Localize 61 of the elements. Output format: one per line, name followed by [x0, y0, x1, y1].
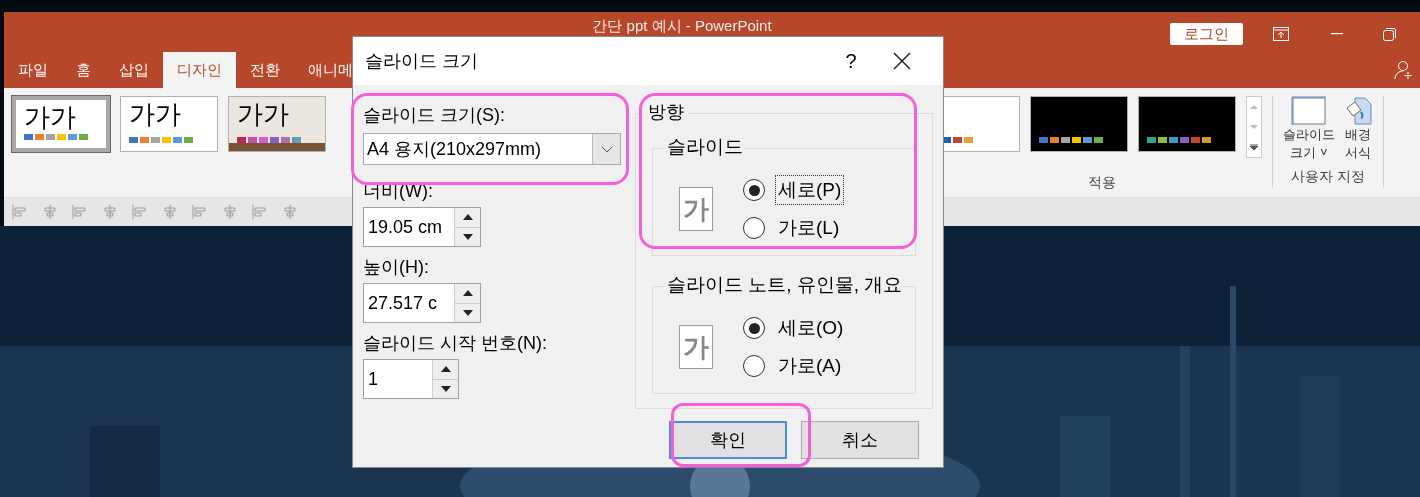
radio-label[interactable]: 세로(P) — [775, 174, 845, 206]
slide-icon — [1291, 96, 1327, 126]
theme-sample-text: 가가 — [237, 98, 290, 130]
color-swatches-icon — [129, 137, 193, 143]
slide-size-button[interactable]: 슬라이드 크기 ˅ — [1283, 96, 1335, 162]
number-spinner-field[interactable]: 27.517 c — [363, 283, 481, 323]
field-label: 슬라이드 시작 번호(N): — [363, 332, 548, 355]
button-label: 배경 — [1345, 126, 1371, 144]
radio-button[interactable] — [743, 217, 765, 239]
page-icon-glyph: 가 — [683, 192, 709, 226]
page-icon-glyph: 가 — [683, 330, 709, 364]
radio-button[interactable] — [743, 355, 765, 377]
ribbon-tab[interactable]: 파일 — [4, 52, 62, 88]
window-title: 간단 ppt 예시 - PowerPoint — [592, 15, 772, 36]
button-label: 슬라이드 — [1283, 126, 1335, 144]
field-label: 높이(H): — [363, 256, 430, 279]
field-value: 1 — [367, 368, 379, 391]
login-button[interactable]: 로그인 — [1170, 23, 1243, 45]
field-value: 19.05 cm — [367, 216, 444, 239]
ribbon-tab[interactable]: 전환 — [236, 52, 294, 88]
radio-button[interactable] — [743, 317, 765, 339]
slide-size-select[interactable]: A4 용지(210x297mm) — [363, 133, 621, 165]
field-label: 너비(W): — [363, 180, 434, 203]
close-icon[interactable] — [893, 52, 911, 70]
theme-thumbnail[interactable]: 가가 — [228, 96, 326, 152]
ribbon-display-icon[interactable] — [1273, 27, 1289, 41]
theme-sample-text: 가가 — [129, 98, 182, 130]
radio-button[interactable] — [743, 179, 765, 201]
ribbon-tab[interactable]: 애니메 — [294, 52, 367, 88]
color-swatches-icon — [237, 137, 301, 143]
theme-thumbnail[interactable]: 가가 — [120, 96, 218, 152]
help-button[interactable]: ? — [831, 46, 871, 76]
color-swatches-icon — [1039, 137, 1103, 143]
minimize-icon[interactable] — [1331, 33, 1343, 35]
button-label: 크기 ˅ — [1290, 144, 1328, 162]
ribbon-tab[interactable]: 홈 — [62, 52, 105, 88]
theme-thumbnail[interactable] — [1030, 96, 1128, 152]
cancel-button[interactable]: 취소 — [801, 421, 919, 459]
radio-label[interactable]: 세로(O) — [775, 312, 847, 344]
field-value: 27.517 c — [367, 292, 439, 315]
dialog-title: 슬라이드 크기 — [365, 49, 479, 73]
radio-label[interactable]: 가로(L) — [775, 212, 843, 244]
group-label: 사용자 지정 — [1291, 167, 1365, 186]
theme-thumbnail[interactable] — [1138, 96, 1236, 152]
number-spinner-field[interactable]: 1 — [363, 359, 459, 399]
background-format-button[interactable]: 배경 서식 — [1343, 96, 1373, 162]
ribbon-tab[interactable]: 삽입 — [105, 52, 163, 88]
field-label: 슬라이드 크기(S): — [363, 104, 506, 127]
ok-button[interactable]: 확인 — [669, 421, 787, 459]
theme-sample-text: 가가 — [24, 101, 77, 133]
theme-thumbnail[interactable]: 가가 — [12, 96, 110, 152]
select-value: A4 용지(210x297mm) — [366, 138, 543, 161]
number-spinner-field[interactable]: 19.05 cm — [363, 207, 481, 247]
radio-label[interactable]: 가로(A) — [775, 350, 845, 382]
share-person-icon[interactable] — [1394, 60, 1414, 80]
group-label: 적용 — [1087, 173, 1117, 192]
color-swatches-icon — [24, 134, 88, 140]
ribbon-tab[interactable]: 디자인 — [163, 52, 236, 88]
color-swatches-icon — [1147, 137, 1211, 143]
restore-icon[interactable] — [1383, 27, 1396, 41]
button-label: 서식 — [1345, 144, 1371, 162]
